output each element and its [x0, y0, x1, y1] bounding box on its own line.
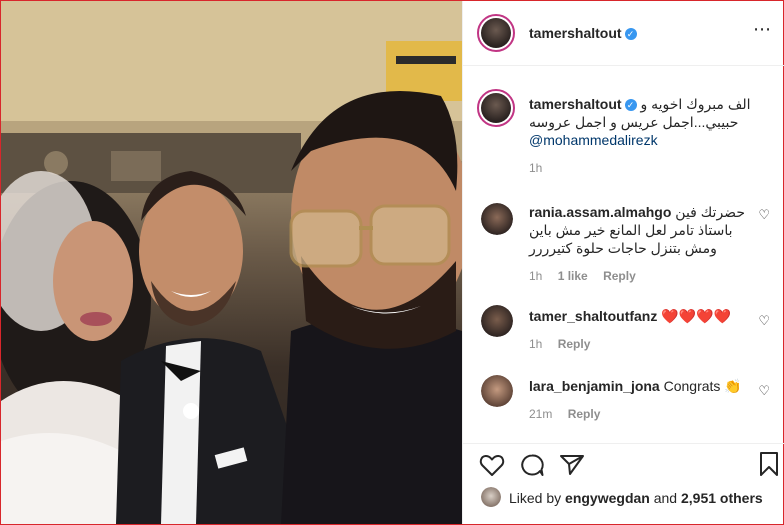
bookmark-icon[interactable] — [758, 451, 780, 477]
commenter-username[interactable]: rania.assam.almahgo — [529, 204, 671, 220]
author-avatar[interactable] — [477, 14, 515, 52]
caption-username[interactable]: tamershaltout — [529, 96, 622, 112]
comment-item: tamer_shaltoutfanz ❤️❤️❤️❤️ 1h Reply ♡ — [463, 301, 784, 361]
comment-text-line-1: حضرتك فين — [675, 204, 745, 220]
commenter-username[interactable]: lara_benjamin_jona — [529, 378, 660, 394]
reply-button[interactable]: Reply — [568, 407, 601, 421]
more-options-icon[interactable]: ⋯ — [753, 19, 772, 40]
author-name-block: tamershaltout ✓ — [529, 25, 637, 43]
caption-line-2: حبيبي...اجمل عريس و اجمل عروسه — [529, 114, 739, 130]
comment-meta: 1h 1 like Reply — [529, 269, 759, 283]
paper-plane-icon[interactable] — [559, 453, 585, 477]
comment-likes[interactable]: 1 like — [558, 269, 588, 283]
comment-body: tamer_shaltoutfanz ❤️❤️❤️❤️ 1h Reply — [529, 307, 759, 351]
post-photo[interactable] — [1, 1, 462, 524]
caption-avatar[interactable] — [477, 89, 515, 127]
header-divider — [463, 65, 784, 66]
comment-meta: 21m Reply — [529, 407, 759, 421]
comment-like-heart-icon[interactable]: ♡ — [758, 383, 770, 399]
comment-text-line-3: ومش بتنزل حاجات حلوة كتيرررر — [529, 240, 717, 256]
commenter-avatar[interactable] — [481, 203, 513, 235]
likes-summary: Liked by engywegdan and 2,951 others — [509, 490, 763, 506]
action-bar — [463, 451, 784, 481]
caption-time[interactable]: 1h — [529, 161, 769, 175]
comment-time[interactable]: 1h — [529, 337, 542, 351]
likes-row: Liked by engywegdan and 2,951 others — [463, 487, 784, 511]
post-header: tamershaltout ✓ ⋯ — [463, 1, 784, 65]
comment-time[interactable]: 1h — [529, 269, 542, 283]
likes-and: and — [653, 490, 678, 506]
verified-badge-icon: ✓ — [624, 99, 637, 111]
comment-item: lara_benjamin_jona Congrats 👏 21m Reply … — [463, 371, 784, 431]
likes-others-count[interactable]: 2,951 others — [681, 490, 763, 506]
comment-time[interactable]: 21m — [529, 407, 552, 421]
likes-prefix: Liked by — [509, 490, 562, 506]
caption-mention[interactable]: @mohammedalirezk — [529, 131, 769, 149]
caption-body: tamershaltout ✓ الف مبروك اخويه و حبيبي..… — [529, 95, 769, 175]
comment-text: Congrats 👏 — [663, 378, 742, 394]
caption-line-1: الف مبروك اخويه و — [640, 96, 751, 112]
comment-meta: 1h Reply — [529, 337, 759, 351]
verified-badge-icon: ✓ — [624, 28, 637, 40]
author-username[interactable]: tamershaltout — [529, 25, 622, 41]
commenter-avatar[interactable] — [481, 305, 513, 337]
reply-button[interactable]: Reply — [603, 269, 636, 283]
wedding-photo-illustration — [1, 1, 462, 524]
liker-avatar[interactable] — [481, 487, 501, 507]
heart-icon[interactable] — [479, 453, 505, 477]
post-side-panel: tamershaltout ✓ ⋯ tamershaltout ✓ الف مبرو… — [462, 1, 784, 524]
comment-like-heart-icon[interactable]: ♡ — [758, 313, 770, 329]
commenter-avatar[interactable] — [481, 375, 513, 407]
comment-text-line-2: باستاذ تامر لعل المانع خير مش باين — [529, 222, 733, 238]
comment-body: rania.assam.almahgo حضرتك فين باستاذ تام… — [529, 203, 759, 283]
caption: tamershaltout ✓ الف مبروك اخويه و حبيبي..… — [463, 81, 784, 181]
actions-divider — [463, 443, 784, 444]
liker-username[interactable]: engywegdan — [565, 490, 650, 506]
comment-icon[interactable] — [519, 453, 545, 477]
comment-text: ❤️❤️❤️❤️ — [661, 308, 731, 324]
comment-like-heart-icon[interactable]: ♡ — [758, 207, 770, 223]
reply-button[interactable]: Reply — [558, 337, 591, 351]
comment-body: lara_benjamin_jona Congrats 👏 21m Reply — [529, 377, 759, 421]
comment-item: rania.assam.almahgo حضرتك فين باستاذ تام… — [463, 197, 784, 289]
commenter-username[interactable]: tamer_shaltoutfanz — [529, 308, 657, 324]
